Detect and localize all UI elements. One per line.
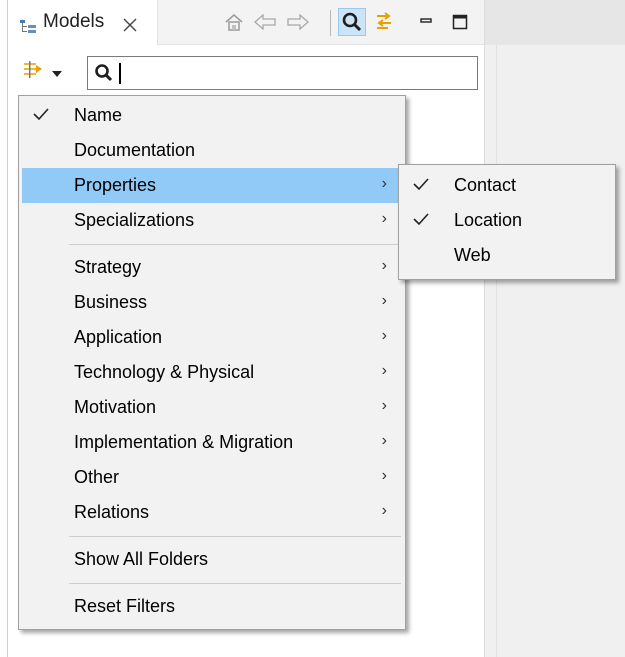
search-input[interactable] xyxy=(118,61,468,85)
search-field[interactable] xyxy=(87,56,478,90)
filter-menu: Name Documentation Properties › Speciali… xyxy=(18,95,406,630)
submenu-arrow-icon: › xyxy=(381,292,387,309)
menu-item-label: Implementation & Migration xyxy=(74,432,294,452)
minimize-icon[interactable] xyxy=(412,8,440,36)
filter-row xyxy=(8,46,484,96)
view-toolbar: Models xyxy=(8,0,484,45)
menu-item-properties[interactable]: Properties › xyxy=(22,168,402,203)
submenu-arrow-icon: › xyxy=(381,210,387,227)
tab-title: Models xyxy=(43,11,105,32)
menu-item-technology-physical[interactable]: Technology & Physical › xyxy=(22,355,402,390)
back-arrow-icon[interactable] xyxy=(251,8,279,36)
menu-separator xyxy=(69,583,401,584)
home-icon[interactable] xyxy=(220,8,248,36)
menu-item-application[interactable]: Application › xyxy=(22,320,402,355)
submenu-arrow-icon: › xyxy=(381,327,387,344)
menu-item-label: Name xyxy=(74,105,123,125)
close-icon[interactable] xyxy=(123,16,137,37)
submenu-arrow-icon: › xyxy=(381,362,387,379)
submenu-arrow-icon: › xyxy=(381,432,387,449)
menu-item-implementation-migration[interactable]: Implementation & Migration › xyxy=(22,425,402,460)
menu-item-motivation[interactable]: Motivation › xyxy=(22,390,402,425)
menu-item-documentation[interactable]: Documentation xyxy=(22,133,402,168)
properties-submenu: Contact Location Web xyxy=(398,164,616,280)
search-icon[interactable] xyxy=(338,8,366,36)
submenu-item-web[interactable]: Web xyxy=(402,238,612,273)
menu-item-label: Application xyxy=(74,327,163,347)
link-sync-icon[interactable] xyxy=(370,8,398,36)
menu-item-label: Show All Folders xyxy=(74,549,209,569)
menu-item-label: Motivation xyxy=(74,397,157,417)
menu-item-label: Other xyxy=(74,467,120,487)
menu-item-label: Specializations xyxy=(74,210,195,230)
menu-separator xyxy=(69,244,401,245)
menu-item-label: Technology & Physical xyxy=(74,362,255,382)
filter-dropdown-button[interactable] xyxy=(22,58,74,86)
menu-item-name[interactable]: Name xyxy=(22,98,402,133)
tree-icon xyxy=(20,18,36,39)
editor-tab-strip xyxy=(485,0,625,45)
text-caret xyxy=(119,63,121,84)
menu-item-label: Web xyxy=(454,245,491,265)
menu-item-label: Location xyxy=(454,210,523,230)
search-field-icon xyxy=(94,63,114,88)
submenu-arrow-icon: › xyxy=(381,502,387,519)
menu-item-relations[interactable]: Relations › xyxy=(22,495,402,530)
menu-item-show-all-folders[interactable]: Show All Folders xyxy=(22,542,402,577)
menu-item-business[interactable]: Business › xyxy=(22,285,402,320)
editor-divider xyxy=(496,45,497,657)
submenu-item-contact[interactable]: Contact xyxy=(402,168,612,203)
submenu-item-location[interactable]: Location xyxy=(402,203,612,238)
filter-icon xyxy=(22,60,46,85)
window-edge xyxy=(7,0,8,657)
submenu-arrow-icon: › xyxy=(381,397,387,414)
menu-item-label: Contact xyxy=(454,175,517,195)
menu-item-reset-filters[interactable]: Reset Filters xyxy=(22,589,402,624)
menu-item-other[interactable]: Other › xyxy=(22,460,402,495)
chevron-down-icon xyxy=(52,62,62,83)
menu-item-label: Documentation xyxy=(74,140,196,160)
menu-item-strategy[interactable]: Strategy › xyxy=(22,250,402,285)
submenu-arrow-icon: › xyxy=(381,467,387,484)
menu-item-label: Reset Filters xyxy=(74,596,176,616)
toolbar-separator xyxy=(330,10,331,36)
menu-item-label: Properties xyxy=(74,175,157,195)
menu-item-label: Strategy xyxy=(74,257,142,277)
submenu-arrow-icon: › xyxy=(381,257,387,274)
menu-item-label: Business xyxy=(74,292,148,312)
editor-area xyxy=(484,0,625,657)
submenu-arrow-icon: › xyxy=(381,175,387,192)
maximize-icon[interactable] xyxy=(446,8,474,36)
checkmark-icon xyxy=(32,106,50,127)
menu-item-specializations[interactable]: Specializations › xyxy=(22,203,402,238)
menu-separator xyxy=(69,536,401,537)
forward-arrow-icon[interactable] xyxy=(284,8,312,36)
checkmark-icon xyxy=(412,176,430,197)
menu-item-label: Relations xyxy=(74,502,150,522)
tab-models[interactable]: Models xyxy=(8,0,158,45)
checkmark-icon xyxy=(412,211,430,232)
